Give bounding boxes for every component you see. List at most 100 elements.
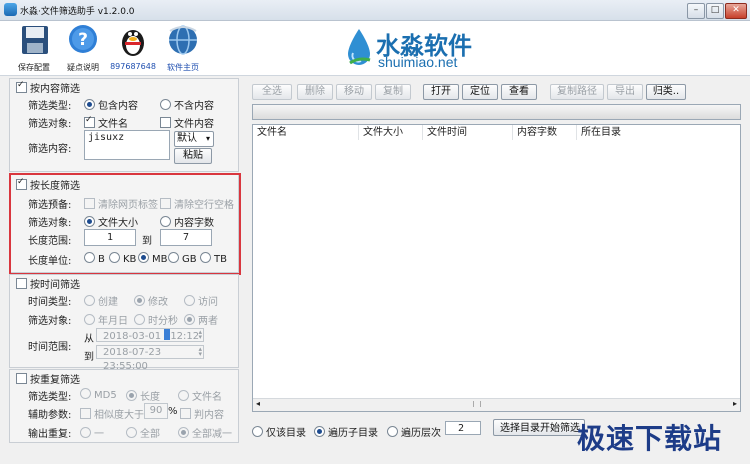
dup-type-label: 筛选类型: [28, 392, 72, 403]
minimize-button[interactable]: – [687, 3, 705, 19]
similarity-input[interactable]: 90 [144, 403, 168, 419]
locate-button[interactable]: 定位 [462, 84, 498, 100]
radio-icon [160, 99, 171, 110]
time-type-accessed-radio[interactable]: 访问 [184, 293, 218, 308]
radio-icon [80, 427, 91, 438]
dup-type-filename-radio[interactable]: 文件名 [178, 388, 222, 403]
output-one-radio[interactable]: 一 [80, 425, 104, 440]
result-table[interactable]: 文件名 文件大小 文件时间 内容字数 所在目录 ◂ ▸ [252, 124, 741, 412]
radio-icon [184, 295, 195, 306]
time-to-input[interactable]: 2018-07-23 23:55:00 ▴ ▾ [96, 345, 204, 372]
spin-arrows-icon: ▴ ▾ [198, 328, 202, 341]
output-all-minus-one-radio[interactable]: 全部减一 [178, 425, 232, 440]
radio-icon [387, 426, 398, 437]
content-target-filecontent-checkbox[interactable]: 文件内容 [160, 115, 214, 130]
dup-output-label: 输出重复: [28, 429, 72, 440]
qq-button[interactable]: 897687648 [108, 21, 158, 75]
column-header-filesize[interactable]: 文件大小 [359, 125, 423, 140]
homepage-button[interactable]: 软件主页 [158, 21, 208, 75]
scope-subdirs-radio[interactable]: 遍历子目录 [314, 424, 378, 439]
radio-icon [252, 426, 263, 437]
checkbox-icon [84, 115, 95, 128]
view-button[interactable]: 查看 [501, 84, 537, 100]
time-type-modified-radio[interactable]: 修改 [134, 293, 168, 308]
radio-icon [178, 390, 189, 401]
scope-this-dir-radio[interactable]: 仅该目录 [252, 424, 306, 439]
water-drop-logo-icon [348, 29, 371, 65]
time-to-label: 到 [84, 352, 94, 363]
time-type-label: 时间类型: [28, 297, 72, 308]
spin-arrows-icon: ▴ ▾ [198, 345, 202, 358]
classify-button[interactable]: 归类.. [646, 84, 686, 100]
time-type-created-radio[interactable]: 创建 [84, 293, 118, 308]
content-input-label: 筛选内容: [28, 144, 72, 155]
content-type-label: 筛选类型: [28, 101, 72, 112]
content-target-filename-checkbox[interactable]: 文件名 [84, 115, 128, 130]
question-icon: ? [69, 25, 97, 53]
column-header-filetime[interactable]: 文件时间 [423, 125, 513, 140]
radio-icon [314, 426, 325, 437]
watermark-text: 极速下载站 [577, 422, 723, 455]
copy-path-button[interactable]: 复制路径 [550, 84, 604, 100]
content-type-include-radio[interactable]: 包含内容 [84, 97, 138, 112]
progress-bar [252, 104, 741, 120]
checkbox-icon [80, 408, 91, 419]
radio-icon [84, 295, 95, 306]
radio-icon [126, 390, 137, 401]
delete-button[interactable]: 删除 [297, 84, 333, 100]
dup-filter-toggle[interactable]: 按重复筛选 [16, 371, 80, 386]
content-input[interactable]: jisuxz [84, 130, 170, 160]
time-filter-toggle[interactable]: 按时间筛选 [16, 276, 80, 291]
checkbox-icon [16, 80, 27, 93]
horizontal-scrollbar[interactable]: ◂ ▸ [253, 398, 740, 411]
similarity-checkbox[interactable]: 相似度大于 [80, 406, 144, 421]
svg-text:?: ? [78, 30, 88, 50]
checkbox-icon [180, 408, 191, 419]
time-target-both-radio[interactable]: 两者 [184, 312, 218, 327]
help-button[interactable]: ? 疑点说明 [58, 21, 108, 75]
radio-icon [134, 314, 145, 325]
dup-type-md5-radio[interactable]: MD5 [80, 388, 117, 401]
save-config-button[interactable]: 保存配置 [9, 21, 59, 75]
toolbar: 保存配置 ? 疑点说明 897687648 软件主页 水淼软件 shuimiao… [0, 21, 750, 76]
column-header-directory[interactable]: 所在目录 [577, 125, 740, 140]
time-from-input[interactable]: 2018-03-01 12:12 ▴ ▾ [96, 328, 204, 342]
copy-button[interactable]: 复制 [375, 84, 411, 100]
select-all-button[interactable]: 全选 [252, 84, 292, 100]
content-target-label: 筛选对象: [28, 119, 72, 130]
close-button[interactable]: ✕ [725, 3, 747, 19]
radio-icon [84, 314, 95, 325]
open-button[interactable]: 打开 [423, 84, 459, 100]
scroll-left-icon[interactable]: ◂ [256, 399, 260, 408]
scope-depth-radio[interactable]: 遍历层次 [387, 424, 441, 439]
window-title: 水淼·文件筛选助手 v1.2.0.0 [20, 7, 135, 17]
radio-icon [84, 99, 95, 110]
time-target-date-radio[interactable]: 年月日 [84, 312, 128, 327]
radio-icon [134, 295, 145, 306]
paste-button[interactable]: 粘贴 [174, 148, 212, 164]
time-target-time-radio[interactable]: 时分秒 [134, 312, 178, 327]
title-bar: 水淼·文件筛选助手 v1.2.0.0 – □ ✕ [0, 0, 750, 21]
time-target-label: 筛选对象: [28, 316, 72, 327]
scroll-right-icon[interactable]: ▸ [733, 399, 737, 408]
globe-icon [169, 25, 197, 55]
dup-type-length-radio[interactable]: 长度 [126, 388, 160, 403]
scroll-thumb-grip[interactable] [473, 401, 481, 407]
checkbox-icon [160, 117, 171, 128]
radio-icon [80, 388, 91, 399]
export-button[interactable]: 导出 [607, 84, 643, 100]
radio-icon [178, 427, 189, 438]
qq-penguin-icon [122, 30, 144, 56]
output-all-radio[interactable]: 全部 [126, 425, 160, 440]
depth-input[interactable]: 2 [445, 421, 481, 435]
checkbox-icon [16, 373, 27, 384]
default-select[interactable]: 默认 ▾ [174, 131, 214, 147]
judge-content-checkbox[interactable]: 判内容 [180, 406, 224, 421]
column-header-filename[interactable]: 文件名 [253, 125, 359, 140]
start-filter-button[interactable]: 选择目录开始筛选 [493, 419, 585, 436]
content-filter-toggle[interactable]: 按内容筛选 [16, 80, 80, 95]
move-button[interactable]: 移动 [336, 84, 372, 100]
maximize-button[interactable]: □ [706, 3, 724, 19]
content-type-exclude-radio[interactable]: 不含内容 [160, 97, 214, 112]
column-header-wordcount[interactable]: 内容字数 [513, 125, 577, 140]
